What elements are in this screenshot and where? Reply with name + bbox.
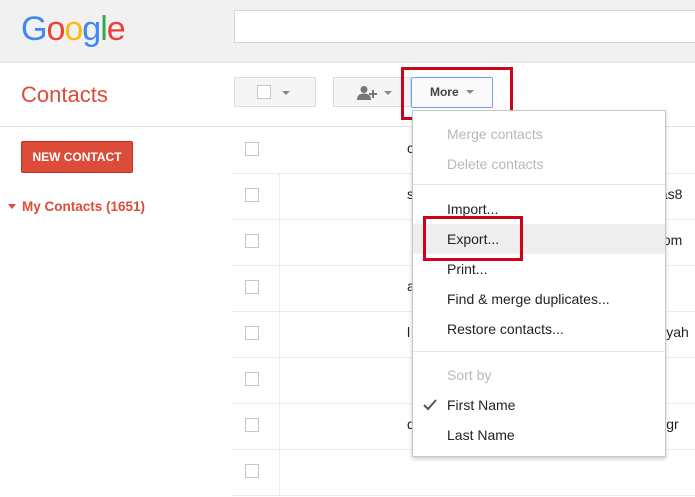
contact-name: l <box>407 324 411 340</box>
row-checkbox[interactable] <box>245 418 259 432</box>
menu-divider <box>413 351 665 352</box>
export-highlight-box <box>423 216 523 261</box>
row-divider <box>279 219 280 265</box>
chevron-down-icon <box>282 91 290 95</box>
menu-item-sort-last-name[interactable]: Last Name <box>413 420 665 450</box>
google-logo[interactable]: Google <box>21 9 126 49</box>
menu-divider <box>413 184 665 185</box>
select-dropdown-button[interactable] <box>234 77 316 107</box>
select-checkbox[interactable] <box>257 85 271 99</box>
menu-item-label: Print... <box>447 261 488 277</box>
my-contacts-label: My Contacts (1651) <box>22 199 146 214</box>
menu-item-merge-contacts: Merge contacts <box>413 119 665 149</box>
row-checkbox[interactable] <box>245 280 259 294</box>
checkmark-icon <box>423 399 437 411</box>
menu-item-sort-first-name[interactable]: First Name <box>413 390 665 420</box>
menu-sort-by-heading: Sort by <box>413 360 665 390</box>
menu-item-label: Import... <box>447 201 499 217</box>
search-input[interactable] <box>234 10 695 43</box>
row-divider <box>279 449 280 495</box>
add-person-icon <box>357 86 377 100</box>
row-checkbox[interactable] <box>245 326 259 340</box>
row-divider <box>279 357 280 403</box>
row-checkbox[interactable] <box>245 234 259 248</box>
app-title: Contacts <box>21 82 108 107</box>
expand-triangle-icon <box>8 204 16 209</box>
row-divider <box>279 311 280 357</box>
row-checkbox[interactable] <box>245 142 259 156</box>
chevron-down-icon <box>384 91 392 95</box>
my-contacts-link[interactable]: My Contacts (1651) <box>8 199 145 214</box>
add-to-group-button[interactable] <box>333 77 411 107</box>
row-checkbox[interactable] <box>245 372 259 386</box>
menu-item-label: Sort by <box>447 367 492 383</box>
row-divider <box>279 173 280 219</box>
menu-item-label: Find & merge duplicates... <box>447 291 610 307</box>
row-divider <box>279 265 280 311</box>
menu-item-label: Restore contacts... <box>447 321 564 337</box>
menu-item-restore-contacts[interactable]: Restore contacts... <box>413 314 665 344</box>
menu-item-label: Delete contacts <box>447 156 544 172</box>
new-contact-button[interactable]: NEW CONTACT <box>21 141 133 173</box>
more-dropdown-menu: Merge contacts Delete contacts Import...… <box>412 110 666 457</box>
menu-item-label: Last Name <box>447 427 515 443</box>
row-checkbox[interactable] <box>245 188 259 202</box>
row-checkbox[interactable] <box>245 464 259 478</box>
menu-item-delete-contacts: Delete contacts <box>413 149 665 179</box>
menu-item-find-merge-duplicates[interactable]: Find & merge duplicates... <box>413 284 665 314</box>
menu-item-label: First Name <box>447 397 516 413</box>
row-divider <box>279 403 280 449</box>
menu-item-label: Merge contacts <box>447 126 543 142</box>
